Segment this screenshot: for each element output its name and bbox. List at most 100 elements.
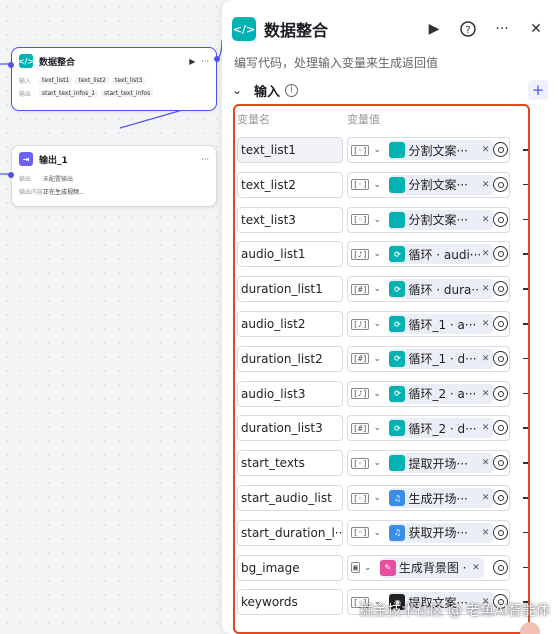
clear-icon[interactable]: ✕ xyxy=(482,528,490,538)
remove-param-button[interactable] xyxy=(523,427,528,429)
remove-param-button[interactable] xyxy=(523,566,528,569)
output-port[interactable] xyxy=(214,56,220,62)
variable-reference[interactable]: ♫ 生成开场··· ✕ xyxy=(389,488,494,508)
param-name-input[interactable]: text_list3 xyxy=(237,206,343,233)
clear-icon[interactable]: ✕ xyxy=(482,215,490,225)
type-icon[interactable]: [◦] xyxy=(351,527,370,539)
variable-reference[interactable]: 分割文案··· ✕ xyxy=(389,174,494,195)
param-value-field[interactable]: [♪] ⌄ ⟳ 循环_1 · a··· ✕ xyxy=(347,311,510,337)
variable-reference[interactable]: 分割文案··· ✕ xyxy=(389,209,494,230)
variable-picker-icon[interactable] xyxy=(493,211,508,227)
variable-reference[interactable]: ⟳ 循环_2 · a··· ✕ xyxy=(389,383,494,404)
param-value-field[interactable]: [◦] ⌄ 分割文案··· ✕ xyxy=(347,137,510,163)
variable-picker-icon[interactable] xyxy=(493,316,508,331)
chevron-down-icon[interactable]: ⌄ xyxy=(373,493,387,503)
info-icon[interactable]: i xyxy=(285,83,299,97)
chevron-down-icon[interactable]: ⌄ xyxy=(373,249,387,259)
param-value-field[interactable]: [◦] ⌄ 提取开场··· ✕ xyxy=(347,450,510,477)
remove-param-button[interactable] xyxy=(523,183,528,186)
param-value-field[interactable]: [#] ⌄ ⟳ 循环_1 · d··· ✕ xyxy=(347,345,510,372)
param-value-field[interactable]: [#] ⌄ ⟳ 循环_2 · d··· ✕ xyxy=(347,415,510,442)
chevron-down-icon[interactable]: ⌄ xyxy=(373,354,387,364)
param-name-input[interactable]: duration_list1 xyxy=(237,276,343,303)
type-icon[interactable]: ▣ xyxy=(351,562,360,574)
input-port[interactable] xyxy=(8,62,14,68)
chevron-down-icon[interactable]: ⌄ xyxy=(364,563,378,573)
variable-picker-icon[interactable] xyxy=(493,350,508,366)
param-value-field[interactable]: [♪] ⌄ ⟳ 循环_2 · a··· ✕ xyxy=(347,380,510,407)
chevron-down-icon[interactable]: ⌄ xyxy=(373,458,387,468)
clear-icon[interactable]: ✕ xyxy=(482,458,490,468)
help-icon[interactable]: ? xyxy=(456,17,480,41)
clear-icon[interactable]: ✕ xyxy=(482,423,490,433)
clear-icon[interactable]: ✕ xyxy=(482,319,490,329)
variable-reference[interactable]: ♫ 获取开场··· ✕ xyxy=(389,522,494,543)
param-value-field[interactable]: ▣ ⌄✎生成背景图 · ···✕ xyxy=(347,554,510,581)
close-icon[interactable]: ✕ xyxy=(524,17,548,41)
param-value-field[interactable]: [◦] ⌄ ♫ 获取开场··· ✕ xyxy=(347,519,510,546)
more-icon[interactable]: ··· xyxy=(490,17,514,41)
type-icon[interactable]: [♪] xyxy=(351,248,370,260)
clear-icon[interactable]: ✕ xyxy=(482,249,490,259)
clear-icon[interactable]: ✕ xyxy=(482,145,490,155)
run-icon[interactable]: ▶ xyxy=(422,17,446,41)
remove-param-button[interactable] xyxy=(523,497,528,499)
remove-param-button[interactable] xyxy=(523,531,528,534)
param-value-field[interactable]: [♪] ⌄ ⟳ 循环 · audi··· ✕ xyxy=(347,241,510,268)
remove-param-button[interactable] xyxy=(523,462,528,464)
param-name-input[interactable]: text_list1 xyxy=(237,137,343,163)
variable-picker-icon[interactable] xyxy=(493,524,508,540)
type-icon[interactable]: [◦] xyxy=(351,214,370,226)
type-icon[interactable]: [#] xyxy=(351,422,370,434)
remove-param-button[interactable] xyxy=(523,288,528,290)
variable-reference[interactable]: ⟳ 循环_1 · d··· ✕ xyxy=(389,348,494,369)
code-node[interactable]: </> 数据整合 ▶ ··· 输入 text_list1 text_list2 … xyxy=(8,47,220,111)
remove-param-button[interactable] xyxy=(523,392,528,395)
chevron-down-icon[interactable]: ⌄ xyxy=(373,528,387,538)
clear-icon[interactable]: ✕ xyxy=(482,493,490,503)
chevron-down-icon[interactable]: ⌄ xyxy=(373,145,387,155)
param-name-input[interactable]: start_audio_list xyxy=(237,485,343,511)
input-section-header[interactable]: ⌄ 输入 i + xyxy=(222,78,558,102)
chevron-down-icon[interactable]: ⌄ xyxy=(373,423,387,433)
more-icon[interactable]: ··· xyxy=(201,57,209,66)
param-value-field[interactable]: [◦] ⌄ ♫ 生成开场··· ✕ xyxy=(347,485,510,511)
param-name-input[interactable]: start_texts xyxy=(237,450,343,477)
param-name-input[interactable]: bg_image xyxy=(237,554,343,581)
type-icon[interactable]: [#] xyxy=(351,283,370,295)
param-name-input[interactable]: duration_list3 xyxy=(237,415,343,442)
remove-param-button[interactable] xyxy=(523,253,528,255)
param-name-input[interactable]: audio_list3 xyxy=(237,380,343,407)
type-icon[interactable]: [#] xyxy=(351,353,370,365)
more-icon[interactable]: ··· xyxy=(201,155,209,164)
type-icon[interactable]: [◦] xyxy=(351,179,370,191)
variable-reference[interactable]: ⟳ 循环 · dura··· ✕ xyxy=(389,279,494,300)
variable-reference[interactable]: ⟳ 循环 · audi··· ✕ xyxy=(389,244,494,265)
param-name-input[interactable]: keywords xyxy=(237,589,343,616)
chevron-down-icon[interactable]: ⌄ xyxy=(373,180,387,190)
remove-param-button[interactable] xyxy=(523,323,528,325)
param-name-input[interactable]: audio_list1 xyxy=(237,241,343,268)
param-name-input[interactable]: text_list2 xyxy=(237,171,343,198)
variable-reference[interactable]: 提取开场··· ✕ xyxy=(389,453,494,474)
run-icon[interactable]: ▶ xyxy=(189,57,195,66)
variable-picker-icon[interactable] xyxy=(493,142,508,157)
chevron-down-icon[interactable]: ⌄ xyxy=(232,83,246,97)
param-name-input[interactable]: audio_list2 xyxy=(237,311,343,337)
workflow-canvas[interactable]: </> 数据整合 ▶ ··· 输入 text_list1 text_list2 … xyxy=(0,0,222,634)
clear-icon[interactable]: ✕ xyxy=(482,180,490,190)
clear-icon[interactable]: ✕ xyxy=(482,389,490,399)
remove-param-button[interactable] xyxy=(523,149,528,151)
variable-reference[interactable]: ⟳ 循环_2 · d··· ✕ xyxy=(389,418,494,439)
remove-param-button[interactable] xyxy=(523,218,528,221)
type-icon[interactable]: [◦] xyxy=(351,457,370,469)
param-name-input[interactable]: duration_list2 xyxy=(237,345,343,372)
output-node[interactable]: ⇥ 输出_1 ··· 输出 未配置输出 输出内容 正在生成视频... xyxy=(8,145,217,207)
variable-picker-icon[interactable] xyxy=(493,176,508,192)
chevron-down-icon[interactable]: ⌄ xyxy=(373,284,387,294)
param-value-field[interactable]: [◦] ⌄ 分割文案··· ✕ xyxy=(347,206,510,233)
param-value-field[interactable]: [◦] ⌄ 分割文案··· ✕ xyxy=(347,171,510,198)
param-value-field[interactable]: [#] ⌄ ⟳ 循环 · dura··· ✕ xyxy=(347,276,510,303)
chevron-down-icon[interactable]: ⌄ xyxy=(373,215,387,225)
variable-reference[interactable]: 分割文案··· ✕ xyxy=(389,140,494,160)
